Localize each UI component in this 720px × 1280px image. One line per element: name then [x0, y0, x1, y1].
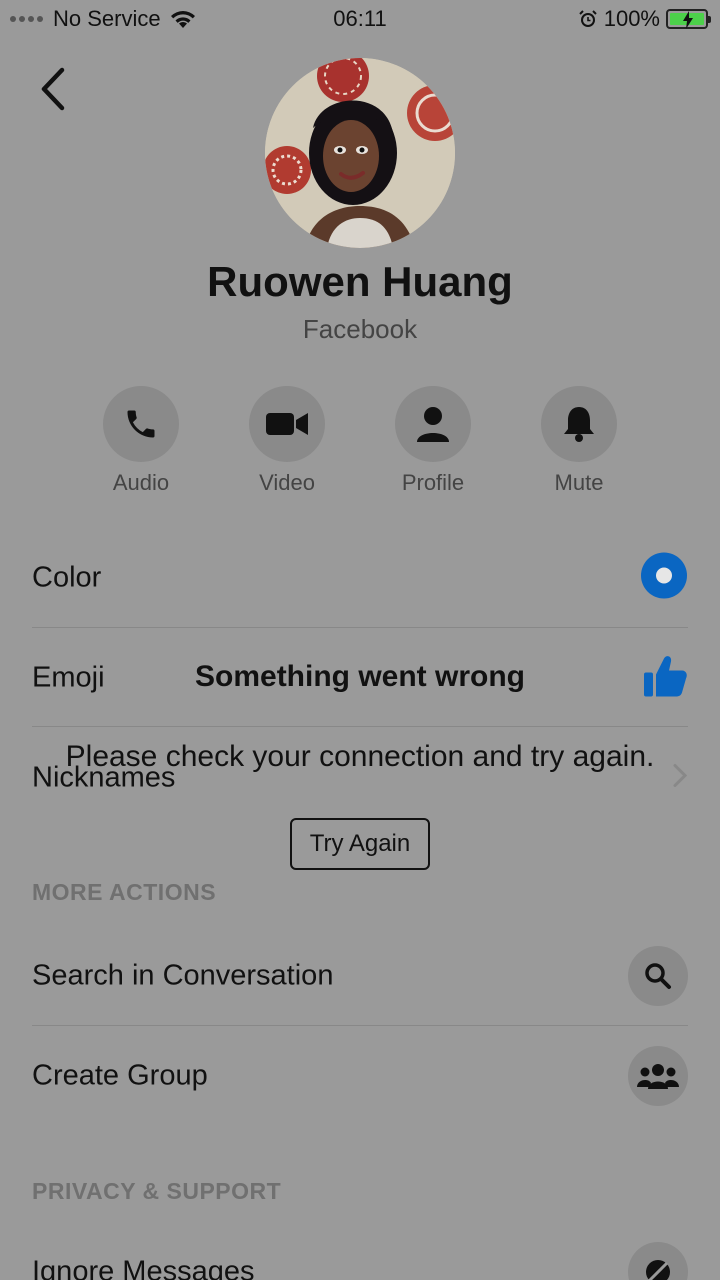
battery-percent: 100%	[603, 6, 660, 31]
profile-label: Profile	[401, 470, 465, 495]
color-label: Color	[32, 561, 102, 594]
color-swatch-icon[interactable]	[640, 552, 688, 605]
avatar-image	[265, 58, 455, 248]
create-group-row[interactable]: Create Group	[32, 1026, 688, 1126]
search-conversation-label: Search in Conversation	[32, 959, 334, 992]
search-icon[interactable]	[628, 946, 688, 1006]
more-actions-header: MORE ACTIONS	[32, 879, 217, 905]
mute-button[interactable]: Mute	[519, 386, 639, 496]
ignore-messages-row[interactable]: Ignore Messages	[32, 1222, 688, 1280]
color-row[interactable]: Color	[32, 528, 688, 628]
profile-button[interactable]: Profile	[373, 386, 493, 496]
ignore-messages-label: Ignore Messages	[32, 1255, 255, 1280]
ignore-icon[interactable]	[628, 1242, 688, 1280]
back-chevron-icon[interactable]	[34, 64, 74, 114]
status-bar: No Service 06:11 100%	[0, 0, 720, 40]
video-call-button[interactable]: Video	[227, 386, 347, 496]
phone-icon[interactable]	[103, 386, 179, 462]
divider	[32, 726, 688, 727]
try-again-button[interactable]: Try Again	[290, 818, 430, 870]
error-title: Something went wrong	[195, 660, 525, 693]
battery-icon	[666, 9, 711, 29]
group-icon[interactable]	[628, 1046, 688, 1106]
video-label: Video	[259, 470, 315, 495]
create-group-label: Create Group	[32, 1059, 208, 1092]
bell-icon[interactable]	[541, 386, 617, 462]
quick-actions: Audio Video Profile Mute	[0, 386, 720, 506]
status-right: 100%	[578, 6, 711, 32]
audio-call-button[interactable]: Audio	[81, 386, 201, 496]
contact-name: Ruowen Huang	[207, 258, 513, 305]
audio-label: Audio	[112, 470, 170, 495]
mute-label: Mute	[554, 470, 604, 495]
privacy-support-header: PRIVACY & SUPPORT	[32, 1178, 282, 1204]
error-message: Please check your connection and try aga…	[65, 740, 655, 773]
search-conversation-row[interactable]: Search in Conversation	[32, 926, 688, 1026]
video-camera-icon[interactable]	[249, 386, 325, 462]
person-icon[interactable]	[395, 386, 471, 462]
contact-source: Facebook	[302, 314, 418, 344]
avatar[interactable]	[265, 58, 455, 248]
alarm-icon	[579, 10, 597, 27]
